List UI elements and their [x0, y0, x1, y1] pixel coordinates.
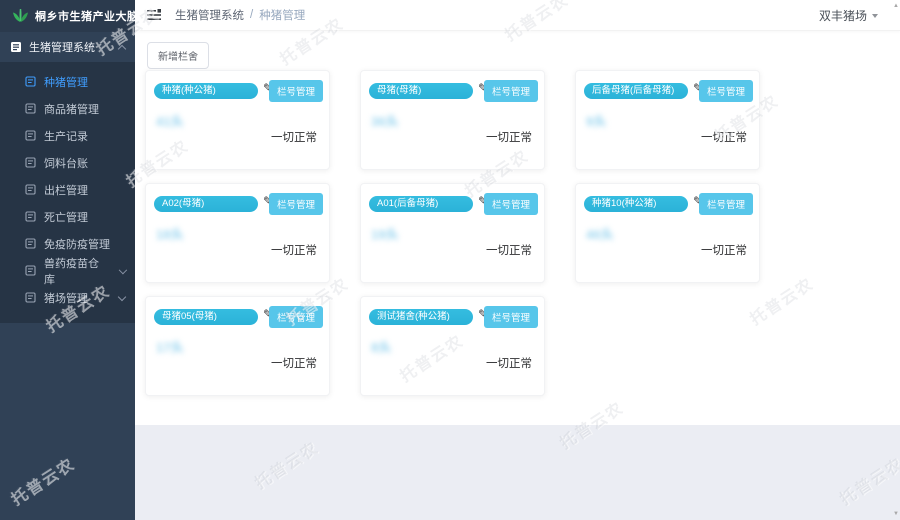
pen-card: A01(后备母猪) ✎ 栏号管理 19头 一切正常	[360, 183, 545, 283]
menu-item-label: 商品猪管理	[44, 101, 99, 117]
pen-name-pill: 后备母猪(后备母猪)	[584, 83, 688, 99]
toolbar: 新增栏舍	[147, 42, 209, 69]
pen-card: 种猪(种公猪) ✎ 栏号管理 41头 一切正常	[145, 70, 330, 170]
chevron-down-icon	[872, 14, 878, 18]
pig-count-blurred: 41头	[156, 111, 183, 130]
pen-status-text: 一切正常	[701, 129, 747, 145]
pen-card: 测试猪舍(种公猪) ✎ 栏号管理 8头 一切正常	[360, 296, 545, 396]
pig-count-blurred: 18头	[156, 224, 183, 243]
pen-number-manage-button[interactable]: 栏号管理	[699, 80, 753, 102]
death-record-icon	[25, 211, 36, 222]
sidebar-menu-item[interactable]: 种猪管理	[0, 68, 135, 95]
farm-selector[interactable]: 双丰猪场	[819, 7, 878, 24]
sidebar: 桐乡市生猪产业大脑 生猪管理系统 种猪管理 商品猪管理 生产记录	[0, 0, 135, 520]
hamburger-icon[interactable]	[147, 9, 161, 21]
pen-number-manage-button[interactable]: 栏号管理	[484, 193, 538, 215]
chevron-down-icon	[118, 265, 126, 273]
pen-card: 种猪10(种公猪) ✎ 栏号管理 46头 一切正常	[575, 183, 760, 283]
sidebar-menu-item[interactable]: 商品猪管理	[0, 95, 135, 122]
pen-card: 母猪05(母猪) ✎ 栏号管理 17头 一切正常	[145, 296, 330, 396]
pen-name-pill: A01(后备母猪)	[369, 196, 473, 212]
farm-selector-label: 双丰猪场	[819, 7, 867, 24]
chevron-up-icon	[118, 44, 126, 52]
pen-number-manage-button[interactable]: 栏号管理	[269, 306, 323, 328]
pig-count-blurred: 19头	[371, 224, 398, 243]
logo-bar: 桐乡市生猪产业大脑	[0, 0, 135, 32]
menu-item-label: 饲料台账	[44, 155, 88, 171]
pen-card: 后备母猪(后备母猪) ✎ 栏号管理 9头 一切正常	[575, 70, 760, 170]
pen-status-text: 一切正常	[271, 355, 317, 371]
menu-item-label: 种猪管理	[44, 74, 88, 90]
pen-number-manage-button[interactable]: 栏号管理	[269, 193, 323, 215]
vertical-scrollbar[interactable]: ▲ ▼	[891, 0, 900, 520]
feed-ledger-icon	[25, 157, 36, 168]
clipboard-icon	[10, 41, 22, 53]
pen-status-text: 一切正常	[486, 129, 532, 145]
pig-count-blurred: 46头	[586, 224, 613, 243]
pen-card: 母猪(母猪) ✎ 栏号管理 36头 一切正常	[360, 70, 545, 170]
pen-name-pill: 母猪(母猪)	[369, 83, 473, 99]
menu-item-label: 免疫防疫管理	[44, 236, 110, 252]
breadcrumb-separator: /	[250, 9, 253, 21]
main-content: 新增栏舍 种猪(种公猪) ✎ 栏号管理 41头 一切正常 母猪(母猪) ✎ 栏号…	[135, 30, 900, 520]
menu-item-label: 生产记录	[44, 128, 88, 144]
sidebar-root-menu[interactable]: 生猪管理系统	[0, 32, 135, 62]
pen-name-pill: 母猪05(母猪)	[154, 309, 258, 325]
pen-number-manage-button[interactable]: 栏号管理	[269, 80, 323, 102]
immunization-icon	[25, 238, 36, 249]
sidebar-menu-item[interactable]: 免疫防疫管理	[0, 230, 135, 257]
pen-status-text: 一切正常	[701, 242, 747, 258]
pen-number-manage-button[interactable]: 栏号管理	[484, 306, 538, 328]
add-pen-button[interactable]: 新增栏舍	[147, 42, 209, 69]
breadcrumb: 生猪管理系统 / 种猪管理	[175, 7, 305, 23]
outbound-icon	[25, 184, 36, 195]
page-background	[135, 425, 900, 520]
pig-count-blurred: 8头	[371, 337, 391, 356]
menu-item-label: 死亡管理	[44, 209, 88, 225]
sidebar-menu-item[interactable]: 生产记录	[0, 122, 135, 149]
pen-card: A02(母猪) ✎ 栏号管理 18头 一切正常	[145, 183, 330, 283]
pen-status-text: 一切正常	[271, 129, 317, 145]
pen-number-manage-button[interactable]: 栏号管理	[484, 80, 538, 102]
chevron-down-icon	[118, 292, 126, 300]
pen-status-text: 一切正常	[486, 355, 532, 371]
pig-count-blurred: 9头	[586, 111, 606, 130]
leaf-logo-icon	[12, 9, 29, 23]
sidebar-menu-item[interactable]: 饲料台账	[0, 149, 135, 176]
sidebar-menu-item[interactable]: 兽药疫苗仓库	[0, 257, 135, 284]
sidebar-menu-item[interactable]: 死亡管理	[0, 203, 135, 230]
top-navbar: 生猪管理系统 / 种猪管理 双丰猪场	[135, 0, 900, 31]
pen-name-pill: A02(母猪)	[154, 196, 258, 212]
app-title: 桐乡市生猪产业大脑	[35, 8, 139, 24]
pig-count-blurred: 36头	[371, 111, 398, 130]
vaccine-warehouse-icon	[25, 265, 36, 276]
pen-name-pill: 种猪(种公猪)	[154, 83, 258, 99]
commodity-pig-icon	[25, 103, 36, 114]
breeding-pig-icon	[25, 76, 36, 87]
sidebar-submenu: 种猪管理 商品猪管理 生产记录 饲料台账 出栏管理	[0, 62, 135, 323]
menu-item-label: 猪场管理	[44, 290, 88, 306]
scroll-up-icon[interactable]: ▲	[893, 3, 899, 9]
pig-farm-icon	[25, 292, 36, 303]
app-window: 桐乡市生猪产业大脑 生猪管理系统 种猪管理 商品猪管理 生产记录	[0, 0, 900, 520]
pen-number-manage-button[interactable]: 栏号管理	[699, 193, 753, 215]
sidebar-menu-item[interactable]: 出栏管理	[0, 176, 135, 203]
pen-status-text: 一切正常	[271, 242, 317, 258]
pen-name-pill: 测试猪舍(种公猪)	[369, 309, 473, 325]
pen-name-pill: 种猪10(种公猪)	[584, 196, 688, 212]
pen-status-text: 一切正常	[486, 242, 532, 258]
menu-item-label: 兽药疫苗仓库	[44, 255, 104, 287]
breadcrumb-root[interactable]: 生猪管理系统	[175, 7, 244, 23]
pig-count-blurred: 17头	[156, 337, 183, 356]
breadcrumb-current: 种猪管理	[259, 7, 305, 23]
scroll-down-icon[interactable]: ▼	[893, 511, 899, 517]
menu-item-label: 出栏管理	[44, 182, 88, 198]
production-record-icon	[25, 130, 36, 141]
sidebar-root-label: 生猪管理系统	[29, 39, 95, 55]
pen-card-grid: 种猪(种公猪) ✎ 栏号管理 41头 一切正常 母猪(母猪) ✎ 栏号管理 36…	[145, 70, 760, 396]
sidebar-menu-item[interactable]: 猪场管理	[0, 284, 135, 311]
